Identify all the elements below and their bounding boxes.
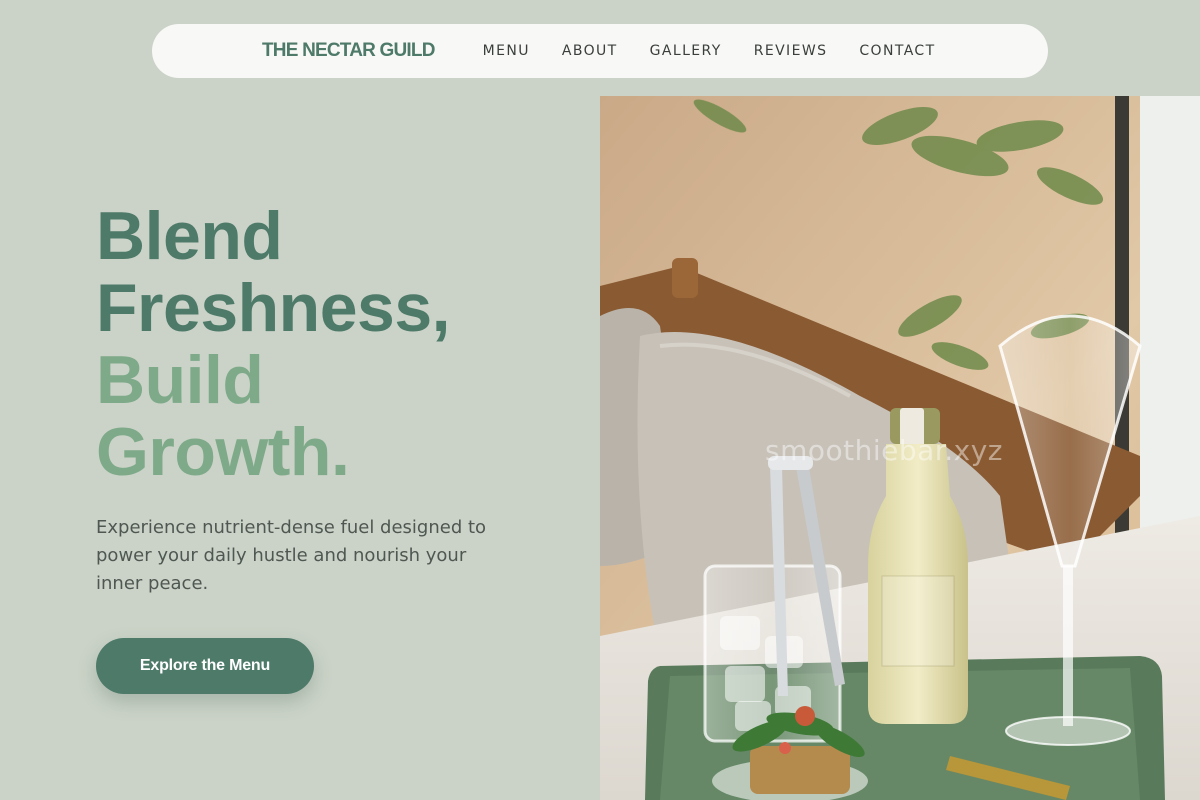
nav-item-about[interactable]: ABOUT <box>562 43 618 59</box>
nav-item-reviews[interactable]: REVIEWS <box>754 43 828 59</box>
hero-section: Blend Freshness, Build Growth. Experienc… <box>96 200 556 598</box>
brand-logo[interactable]: THE NECTAR GUILD <box>262 40 435 62</box>
hero-image-illustration <box>600 96 1200 800</box>
headline-line-4: Growth. <box>96 414 350 490</box>
headline-line-2: Freshness, <box>96 270 451 346</box>
nav-links: MENU ABOUT GALLERY REVIEWS CONTACT <box>483 43 968 59</box>
explore-menu-button[interactable]: Explore the Menu <box>96 638 314 694</box>
headline-line-1: Blend <box>96 198 283 274</box>
headline-line-3: Build <box>96 342 264 418</box>
top-nav: THE NECTAR GUILD MENU ABOUT GALLERY REVI… <box>152 24 1048 78</box>
nav-item-contact[interactable]: CONTACT <box>859 43 935 59</box>
hero-subtext: Experience nutrient-dense fuel designed … <box>96 517 487 594</box>
hero-image: smoothiebar.xyz <box>600 96 1200 800</box>
nav-item-gallery[interactable]: GALLERY <box>650 43 722 59</box>
nav-item-menu[interactable]: MENU <box>483 43 530 59</box>
page: THE NECTAR GUILD MENU ABOUT GALLERY REVI… <box>0 0 1200 800</box>
hero-headline: Blend Freshness, Build Growth. <box>96 200 556 488</box>
